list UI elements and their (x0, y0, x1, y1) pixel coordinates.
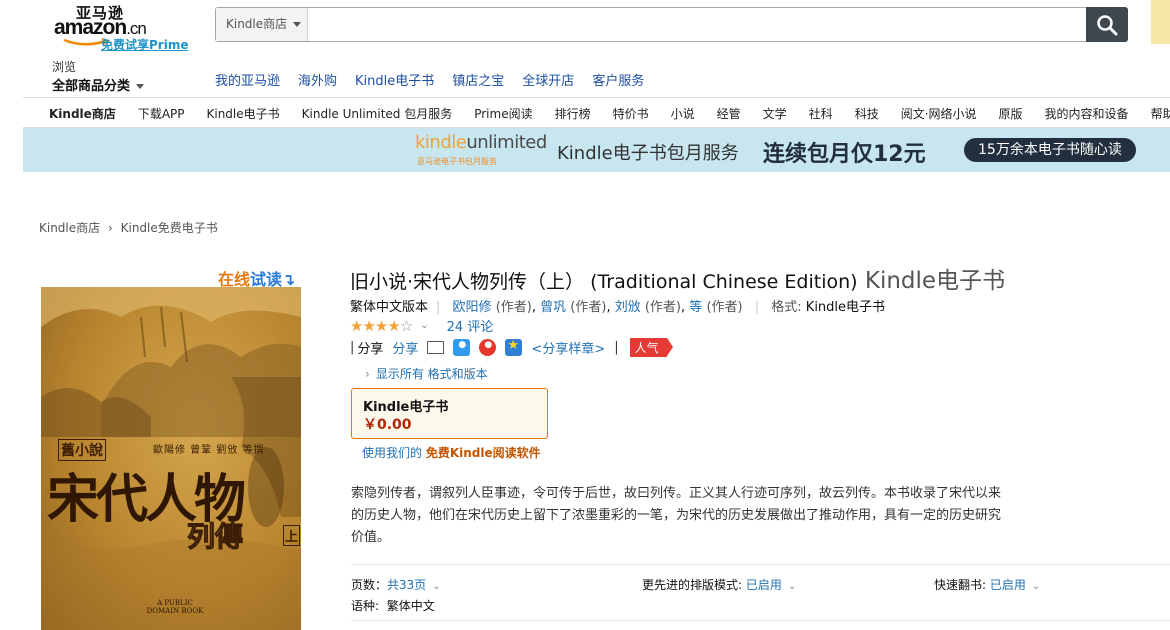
share-sample-link[interactable]: <分享样章> (531, 338, 605, 357)
chevron-down-icon: ⌄ (432, 581, 441, 592)
search-icon (1097, 15, 1118, 36)
divider: | (614, 340, 619, 355)
search-bar: Kindle商店 (215, 7, 1128, 42)
nav-kindle-ebooks[interactable]: Kindle电子书 (355, 70, 434, 89)
subnav-original-language[interactable]: 原版 (999, 105, 1023, 122)
nav-global-shopping[interactable]: 海外购 (298, 70, 337, 89)
banner-cta-pill[interactable]: 15万余本电子书随心读 (964, 138, 1136, 162)
author-role: (作者) (644, 300, 682, 315)
subnav-download-app[interactable]: 下载APP (138, 105, 185, 122)
subnav-deals[interactable]: 特价书 (613, 105, 649, 122)
cover-authors: 歐陽修 曾鞏 劉攽 等撰 (153, 445, 265, 456)
chevron-down-icon: ⌄ (1031, 581, 1041, 592)
cover-volume: 上 (283, 525, 301, 546)
author-link[interactable]: 曾巩 (540, 300, 566, 315)
page-flip[interactable]: 快速翻书: 已启用 ⌄ (934, 576, 1040, 593)
format-label: 格式: (771, 300, 802, 315)
search-input[interactable] (308, 8, 1087, 41)
nav-customer-service[interactable]: 客户服务 (592, 70, 644, 89)
subnav-web-novels[interactable]: 阅文·网络小说 (901, 105, 977, 122)
divider (351, 620, 1170, 621)
subnav-kindle-ebooks[interactable]: Kindle电子书 (207, 105, 280, 122)
subnav-prime-reading[interactable]: Prime阅读 (474, 105, 532, 122)
nav-deals[interactable]: 镇店之宝 (452, 70, 504, 89)
promo-strip (1151, 0, 1170, 44)
show-all-formats-link[interactable]: › 显示所有 格式和版本 (365, 365, 488, 382)
author-role: (作者) (706, 300, 743, 315)
search-category-dropdown[interactable]: Kindle商店 (216, 8, 308, 41)
chevron-down-icon: ⌄ (787, 581, 797, 592)
nav-my-amazon[interactable]: 我的亚马逊 (215, 70, 280, 89)
author-link[interactable]: 欧阳修 (453, 300, 492, 315)
book-cover-image[interactable]: 舊小說 歐陽修 曾鞏 劉攽 等撰 宋代人物 列傳 上 A PUBLIC DOMA… (41, 287, 301, 630)
share-row: | 分享 分享 <分享样章> | 人气 (350, 338, 673, 357)
kindle-price-swatch[interactable]: Kindle电子书 ￥0.00 (351, 388, 548, 439)
popular-badge: 人气 (629, 338, 673, 357)
weibo-icon[interactable] (479, 339, 497, 356)
share-label: 分享 (357, 342, 384, 357)
subnav-social-science[interactable]: 社科 (809, 105, 833, 122)
product-title: 旧小说·宋代人物列传（上） (Traditional Chinese Editi… (350, 268, 1006, 294)
search-button[interactable] (1086, 7, 1128, 42)
kindle-unlimited-logo: kindleunlimited 亚马逊电子书包月服务 (415, 132, 547, 166)
subnav-business[interactable]: 经管 (717, 105, 741, 122)
qq-icon[interactable] (453, 339, 471, 356)
all-categories-label: 全部商品分类 (52, 75, 162, 94)
subnav-fiction[interactable]: 小说 (671, 105, 695, 122)
reviews-link[interactable]: 24 评论 (447, 316, 494, 335)
top-nav: 我的亚马逊 海外购 Kindle电子书 镇店之宝 全球开店 客户服务 (215, 70, 644, 89)
free-reader-app-link[interactable]: 使用我们的 免费Kindle阅读软件 (362, 444, 541, 461)
enhanced-typesetting[interactable]: 更先进的排版模式: 已启用 ⌄ (642, 576, 796, 593)
rating-row: ★★★★☆ ⌄ 24 评论 (350, 316, 494, 336)
caret-down-icon (136, 84, 145, 89)
divider (351, 564, 1170, 565)
prime-trial-link[interactable]: 免费试享Prime (101, 36, 188, 53)
author-link[interactable]: 等 (689, 300, 702, 315)
subnav-kindle-unlimited[interactable]: Kindle Unlimited 包月服务 (302, 105, 453, 122)
subnav-kindle-store[interactable]: Kindle商店 (49, 105, 116, 122)
subnav-bestsellers[interactable]: 排行榜 (555, 105, 591, 122)
author-link[interactable]: 刘攽 (615, 300, 641, 315)
divider: | (436, 300, 441, 315)
chevron-right-icon: › (365, 367, 370, 381)
page-count[interactable]: 页数：共33页 ⌄ (351, 576, 441, 593)
book-description: 索隐列传者，谓叙列人臣事迹，令可传于后世，故曰列传。正义其人行迹可序列，故云列传… (351, 486, 1002, 545)
divider: | (754, 300, 760, 315)
browse-all-categories[interactable]: 浏览 全部商品分类 (52, 58, 162, 94)
author-role: (作者) (495, 300, 532, 315)
language: 语种: 繁体中文 (351, 599, 435, 613)
caret-down-icon (293, 22, 302, 27)
divider: | (350, 340, 355, 355)
kindle-unlimited-banner[interactable]: kindleunlimited 亚马逊电子书包月服务 Kindle电子书包月服务… (23, 128, 1170, 172)
byline: 繁体中文版本 | 欧阳修 (作者), 曾巩 (作者), 刘攽 (作者), 等 (作… (350, 300, 886, 315)
subnav-my-content-devices[interactable]: 我的内容和设备 (1045, 105, 1129, 122)
cover-publisher: A PUBLIC DOMAIN BOOK (146, 599, 204, 615)
cover-subtitle: 列傳 (186, 520, 244, 554)
share-link[interactable]: 分享 (392, 338, 418, 357)
star-rating[interactable]: ★★★★☆ (350, 317, 413, 335)
nav-global-selling[interactable]: 全球开店 (522, 70, 574, 89)
subnav-literature[interactable]: 文学 (763, 105, 787, 122)
top-header: 亚马逊 amazon.cn 免费试享Prime Kindle商店 (0, 0, 1170, 56)
email-icon[interactable] (427, 341, 445, 354)
chevron-down-icon[interactable]: ⌄ (420, 320, 428, 331)
breadcrumb-kindle-store[interactable]: Kindle商店 (39, 221, 100, 235)
kindle-subnav: Kindle商店 下载APP Kindle电子书 Kindle Unlimite… (23, 97, 1170, 128)
breadcrumb-free-ebooks[interactable]: Kindle免费电子书 (121, 221, 218, 235)
swatch-price: ￥0.00 (363, 417, 412, 433)
banner-service-text: Kindle电子书包月服务 (557, 143, 739, 164)
swatch-format: Kindle电子书 (363, 400, 449, 415)
banner-price-text: 连续包月仅12元 (763, 142, 926, 167)
qzone-icon[interactable] (505, 338, 523, 356)
format-value: Kindle电子书 (805, 300, 886, 315)
subnav-technology[interactable]: 科技 (855, 105, 879, 122)
breadcrumb: Kindle商店 › Kindle免费电子书 (39, 219, 218, 236)
browse-label: 浏览 (52, 60, 77, 74)
breadcrumb-separator: › (107, 221, 113, 235)
edition-label: 繁体中文版本 (350, 300, 429, 315)
author-role: (作者) (570, 300, 607, 315)
amazon-logo[interactable]: 亚马逊 amazon.cn 免费试享Prime (52, 2, 192, 52)
subnav-help[interactable]: 帮助 (1151, 105, 1170, 122)
